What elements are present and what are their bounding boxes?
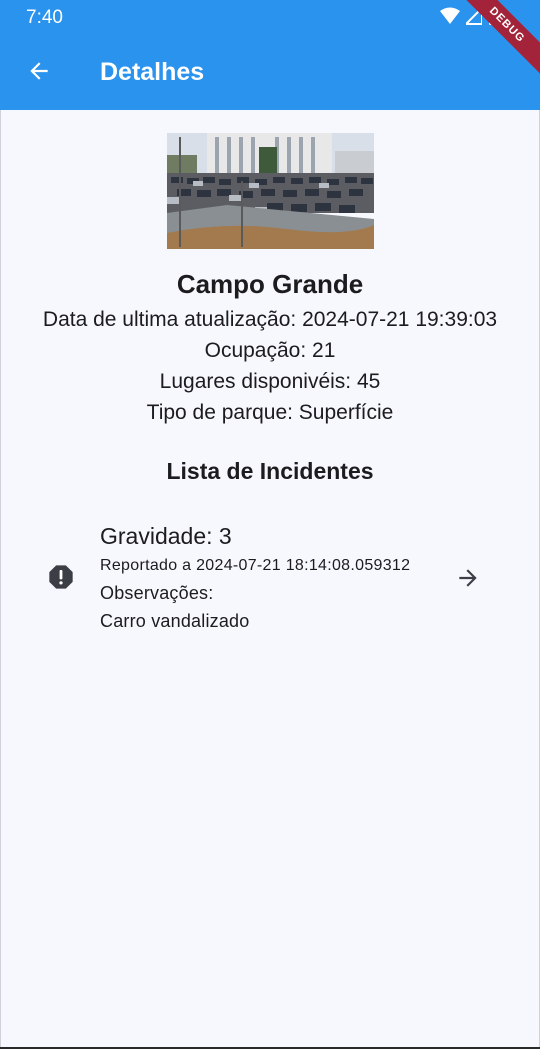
park-details: Campo Grande Data de ultima atualização:… bbox=[0, 262, 540, 428]
incident-severity: Gravidade: 3 bbox=[100, 523, 232, 549]
incident-observations: Carro vandalizado bbox=[100, 611, 250, 631]
page-title: Detalhes bbox=[100, 58, 205, 86]
incident-list-item[interactable]: Gravidade: 3 Reportado a 2024-07-21 18:1… bbox=[0, 515, 540, 645]
arrow-left-icon bbox=[30, 62, 48, 80]
wifi-icon bbox=[440, 7, 460, 24]
status-time: 7:40 bbox=[26, 7, 63, 28]
screen-edge-left bbox=[0, 110, 1, 1049]
park-type-text: Tipo de parque: Superfície bbox=[146, 401, 394, 424]
incident-reported: Reportado a 2024-07-21 18:14:08.059312 bbox=[100, 557, 411, 574]
back-button[interactable] bbox=[20, 52, 58, 90]
alert-octagon-icon bbox=[49, 565, 73, 589]
parking-photo bbox=[167, 133, 374, 249]
app-bar: 7:40 Detalhes DEBUG bbox=[0, 0, 540, 110]
last-update-text: Data de ultima atualização: 2024-07-21 1… bbox=[42, 308, 498, 331]
incident-observations-label: Observações: bbox=[100, 583, 214, 603]
park-name: Campo Grande bbox=[176, 269, 364, 299]
available-spots-text: Lugares disponivéis: 45 bbox=[159, 370, 381, 393]
arrow-right-icon[interactable] bbox=[455, 565, 481, 591]
occupation-text: Ocupação: 21 bbox=[204, 339, 336, 362]
incidents-heading: Lista de Incidentes bbox=[166, 458, 374, 484]
